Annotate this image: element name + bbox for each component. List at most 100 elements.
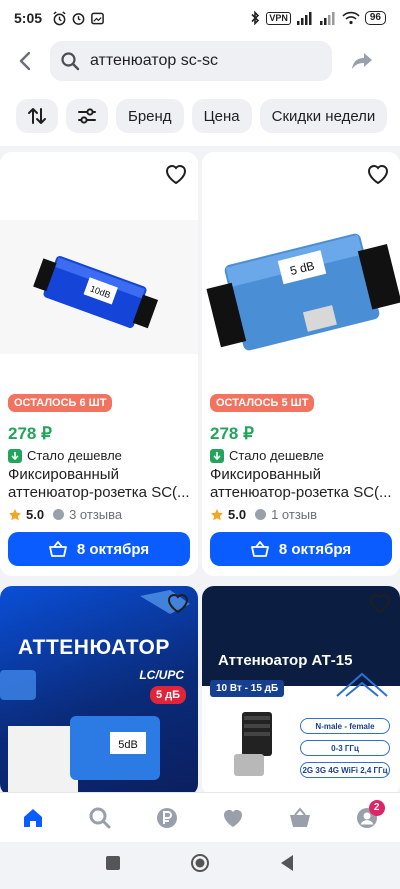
- connector-image: [234, 712, 272, 776]
- reviews-count: 3 отзыва: [69, 507, 123, 522]
- chip-brand[interactable]: Бренд: [116, 99, 184, 133]
- product-price: 278 ₽: [8, 424, 52, 443]
- basket-icon: [289, 806, 310, 827]
- spec-pill: 0-3 ГГц: [300, 740, 390, 756]
- star-icon: [9, 508, 21, 520]
- banner-tag: 5 дБ: [149, 686, 186, 704]
- clock-icon: [71, 11, 86, 26]
- sort-icon: [28, 108, 46, 124]
- product-rating: 5.0 3 отзыва: [8, 507, 198, 522]
- product-price: 278 ₽: [210, 424, 254, 443]
- status-right: VPN 96: [249, 10, 386, 26]
- product-title[interactable]: Фиксированный аттенюатор-розетка SC(...: [8, 466, 190, 502]
- favorite-button[interactable]: [162, 160, 190, 188]
- home-icon: [24, 808, 43, 827]
- chip-weekly-discounts[interactable]: Скидки недели: [259, 99, 388, 133]
- product-card[interactable]: 5 dB ОСТАЛОСЬ 5 ШТ 278 ₽ Стало дешевле Ф…: [202, 152, 400, 576]
- wifi-icon: [342, 11, 360, 25]
- chip-price[interactable]: Цена: [191, 99, 252, 133]
- nav-payments[interactable]: [147, 798, 187, 838]
- nav-cart[interactable]: [280, 798, 320, 838]
- banner-subtitle: LC/UPC: [139, 668, 184, 682]
- square-icon: [105, 856, 120, 870]
- nav-profile[interactable]: 2: [347, 798, 387, 838]
- delivery-date: 8 октября: [76, 540, 150, 558]
- heart-icon: [369, 594, 391, 614]
- banner-title: Аттенюатор АТ-15: [218, 652, 353, 669]
- product-card-banner[interactable]: Аттенюатор АТ-15 10 Вт - 15 дБ N-male - …: [202, 586, 400, 796]
- filter-settings-button[interactable]: [66, 99, 108, 133]
- star-icon: [211, 508, 223, 520]
- product-image[interactable]: 5 dB: [202, 152, 400, 384]
- system-nav: [0, 842, 400, 889]
- signal-icon: [296, 11, 314, 25]
- arrow-down-icon: [8, 448, 22, 463]
- share-icon: [352, 53, 372, 69]
- search-icon: [60, 51, 86, 71]
- bottom-nav: 2: [0, 792, 400, 842]
- bluetooth-icon: [249, 10, 261, 26]
- basket-icon: [250, 541, 269, 557]
- heart-icon: [165, 165, 187, 185]
- vpn-indicator: VPN: [266, 11, 291, 25]
- gallery-icon: [90, 11, 105, 26]
- nav-favorites[interactable]: [213, 798, 253, 838]
- delivery-button[interactable]: 8 октября: [210, 532, 392, 566]
- banner-band: 10 Вт - 15 дБ: [210, 680, 285, 697]
- share-button[interactable]: [332, 36, 392, 86]
- sliders-icon: [78, 108, 96, 124]
- device-label: 5dB: [118, 739, 138, 751]
- favorite-button[interactable]: [364, 160, 392, 188]
- stock-badge: ОСТАЛОСЬ 6 ШТ: [8, 394, 113, 412]
- rating-value: 5.0: [26, 507, 45, 522]
- spec-pill: 2G 3G 4G WiFi 2,4 ГГц: [300, 762, 390, 778]
- notification-badge: 2: [368, 799, 385, 816]
- favorite-button[interactable]: [368, 592, 392, 619]
- search-input[interactable]: аттенюатор sc-sc: [50, 41, 332, 81]
- arrow-down-icon: [210, 448, 224, 463]
- battery-indicator: 96: [364, 11, 386, 25]
- favorite-button[interactable]: [166, 592, 190, 619]
- search-icon: [89, 807, 111, 828]
- status-bar: 5:05 VPN 96: [0, 0, 400, 36]
- search-query: аттенюатор sc-sc: [90, 52, 219, 69]
- product-card-banner[interactable]: 5dB АТТЕНЮАТОР LC/UPC 5 дБ: [0, 586, 198, 796]
- price-drop-text: Стало дешевле: [27, 448, 122, 463]
- back-system-button[interactable]: [279, 854, 295, 877]
- nav-home[interactable]: [13, 798, 53, 838]
- product-title[interactable]: Фиксированный аттенюатор-розетка SC(...: [210, 466, 392, 502]
- home-system-button[interactable]: [190, 853, 210, 878]
- heart-icon: [224, 809, 243, 827]
- product-card[interactable]: 10dB ОСТАЛОСЬ 6 ШТ 278 ₽ Стало дешевле Ф…: [0, 152, 198, 576]
- status-time: 5:05: [14, 10, 43, 26]
- nav-search[interactable]: [80, 798, 120, 838]
- search-header: аттенюатор sc-sc: [0, 36, 400, 86]
- heart-icon: [167, 594, 189, 614]
- heart-icon: [367, 165, 389, 185]
- product-rating: 5.0 1 отзыв: [210, 507, 400, 522]
- delivery-date: 8 октября: [278, 540, 352, 558]
- stock-badge: ОСТАЛОСЬ 5 ШТ: [210, 394, 315, 412]
- rating-value: 5.0: [228, 507, 247, 522]
- delivery-button[interactable]: 8 октября: [8, 532, 190, 566]
- ruble-icon: [156, 807, 177, 828]
- sort-button[interactable]: [16, 99, 58, 133]
- price-drop-label: Стало дешевле: [210, 448, 400, 463]
- reviews-count: 1 отзыв: [271, 507, 318, 522]
- price-drop-label: Стало дешевле: [8, 448, 198, 463]
- chevron-left-icon: [19, 51, 31, 71]
- comment-icon: [255, 509, 267, 520]
- spec-pill: N-male - female: [300, 718, 390, 734]
- alarm-icon: [52, 10, 67, 26]
- back-button[interactable]: [0, 36, 50, 86]
- filter-bar: Бренд Цена Скидки недели: [0, 86, 400, 146]
- status-left: 5:05: [14, 10, 105, 26]
- banner-title: АТТЕНЮАТОР: [18, 636, 170, 659]
- product-image[interactable]: 10dB: [0, 152, 198, 384]
- comment-icon: [53, 509, 65, 520]
- recents-button[interactable]: [105, 855, 121, 876]
- logo-mark: [336, 672, 388, 697]
- signal-icon-2: [319, 11, 337, 25]
- circle-icon: [190, 854, 209, 872]
- price-drop-text: Стало дешевле: [229, 448, 324, 463]
